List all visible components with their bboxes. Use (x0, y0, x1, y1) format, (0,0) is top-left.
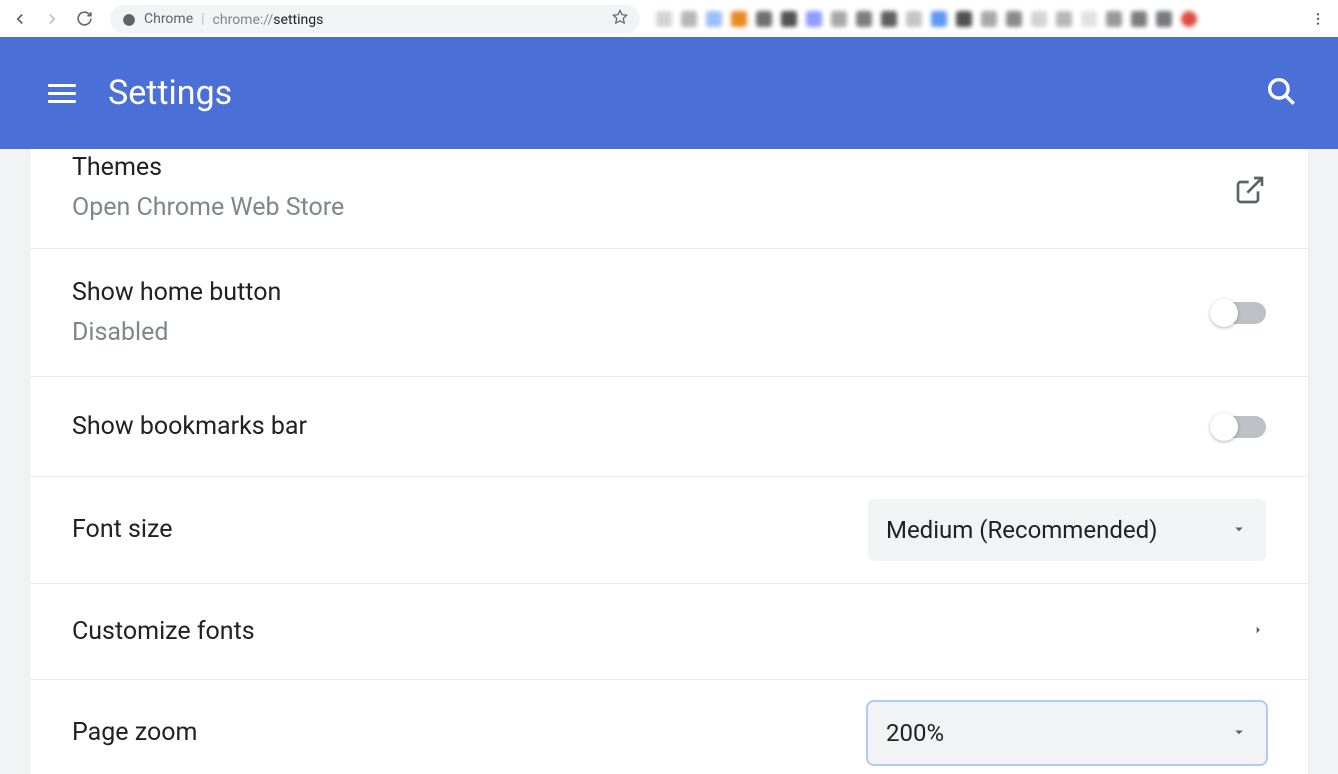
page-zoom-title: Page zoom (72, 714, 197, 752)
bookmark-star-icon[interactable] (612, 9, 628, 29)
home-button-subtitle: Disabled (72, 314, 281, 352)
font-size-row: Font size Medium (Recommended) (30, 477, 1308, 584)
font-size-value: Medium (Recommended) (886, 516, 1158, 544)
omnibox-separator: | (201, 11, 204, 27)
settings-card: Themes Open Chrome Web Store Show home b… (30, 149, 1308, 774)
address-bar[interactable]: Chrome | chrome://settings (110, 5, 640, 33)
themes-subtitle: Open Chrome Web Store (72, 189, 344, 227)
customize-fonts-row[interactable]: Customize fonts (30, 584, 1308, 680)
bookmarks-bar-title: Show bookmarks bar (72, 408, 307, 446)
page-zoom-dropdown[interactable]: 200% (868, 702, 1266, 764)
external-link-icon[interactable] (1234, 174, 1266, 210)
search-icon[interactable] (1264, 74, 1298, 112)
extensions-row (648, 11, 1298, 27)
menu-icon[interactable] (48, 84, 76, 103)
omnibox-url: chrome://settings (213, 9, 324, 28)
themes-row[interactable]: Themes Open Chrome Web Store (30, 149, 1308, 249)
home-button-row: Show home button Disabled (30, 249, 1308, 377)
customize-fonts-title: Customize fonts (72, 613, 255, 651)
omnibox-label: Chrome (144, 11, 193, 27)
reload-button[interactable] (72, 7, 96, 31)
chevron-right-icon (1250, 622, 1266, 642)
page-title: Settings (108, 73, 232, 113)
back-button[interactable] (8, 7, 32, 31)
forward-button[interactable] (40, 7, 64, 31)
chevron-down-icon (1230, 516, 1248, 544)
font-size-dropdown[interactable]: Medium (Recommended) (868, 499, 1266, 561)
browser-toolbar: Chrome | chrome://settings (0, 0, 1338, 37)
settings-content: Themes Open Chrome Web Store Show home b… (0, 149, 1338, 774)
settings-header: Settings (0, 37, 1338, 149)
home-button-title: Show home button (72, 274, 281, 312)
bookmarks-bar-row: Show bookmarks bar (30, 377, 1308, 477)
themes-title: Themes (72, 149, 344, 187)
chevron-down-icon (1230, 719, 1248, 747)
page-zoom-row: Page zoom 200% (30, 680, 1308, 774)
site-info-icon (122, 12, 136, 26)
bookmarks-bar-toggle[interactable] (1212, 416, 1266, 438)
page-zoom-value: 200% (886, 719, 944, 747)
browser-menu-button[interactable] (1306, 7, 1330, 31)
home-button-toggle[interactable] (1212, 302, 1266, 324)
font-size-title: Font size (72, 511, 172, 549)
